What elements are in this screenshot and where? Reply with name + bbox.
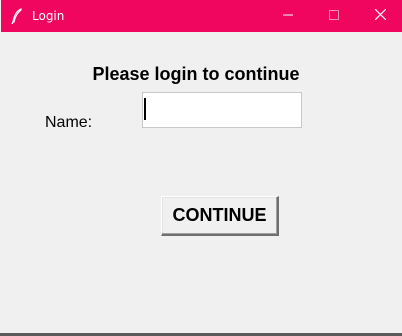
close-button[interactable] [357, 0, 402, 32]
window-title: Login [32, 9, 65, 23]
maximize-button[interactable] [311, 0, 357, 32]
feather-icon [11, 8, 23, 25]
name-input[interactable] [142, 92, 302, 128]
minimize-button[interactable] [265, 0, 311, 32]
name-label: Name: [45, 114, 93, 131]
close-icon [374, 7, 386, 25]
minimize-icon [283, 7, 293, 25]
login-heading: Please login to continue [92, 64, 300, 84]
login-window: Login Please login to continue Name: CON… [0, 0, 402, 333]
text-caret [144, 98, 146, 120]
continue-button[interactable]: CONTINUE [161, 196, 279, 236]
maximize-icon [329, 7, 339, 25]
title-bar[interactable]: Login [1, 0, 402, 32]
